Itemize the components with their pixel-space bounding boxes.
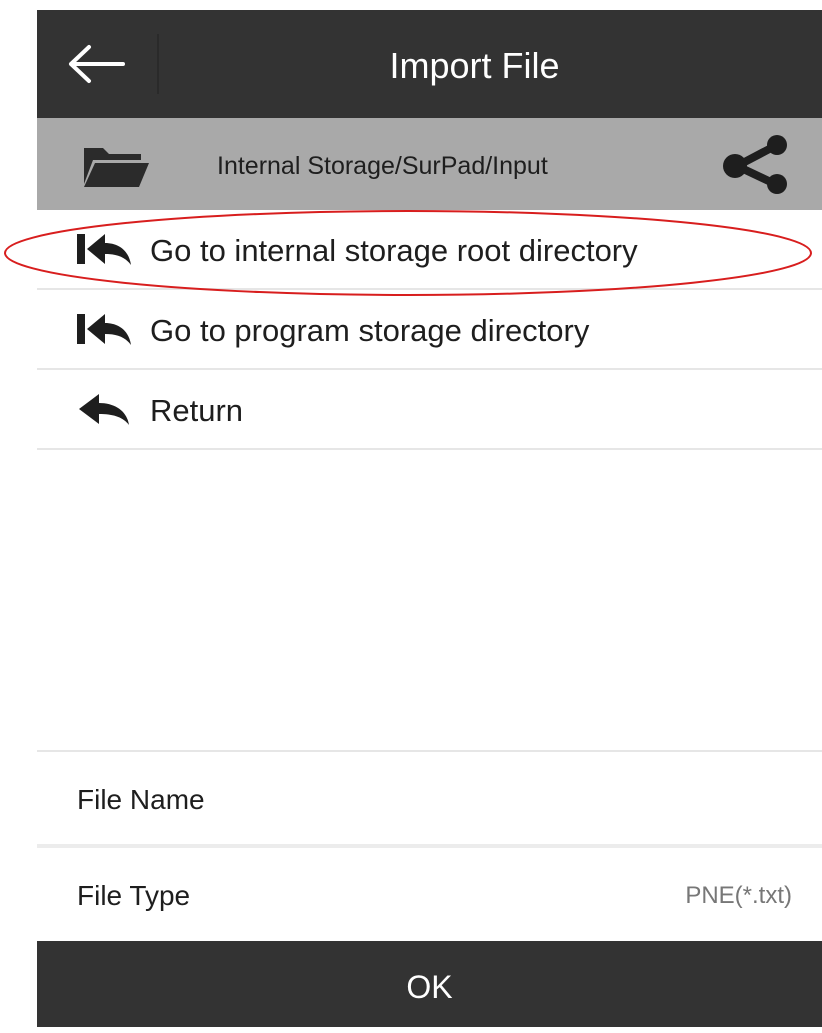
share-button[interactable] xyxy=(721,134,793,194)
directory-list: Go to internal storage root directory Go… xyxy=(37,210,822,450)
file-name-label: File Name xyxy=(77,784,205,815)
file-name-input[interactable] xyxy=(237,772,792,826)
list-item-label: Return xyxy=(150,393,244,428)
list-item-root-directory[interactable]: Go to internal storage root directory xyxy=(37,210,822,290)
list-item-label: Go to internal storage root directory xyxy=(150,233,638,268)
app-header: Import File xyxy=(37,10,822,118)
ok-button[interactable]: OK xyxy=(37,941,822,1027)
file-type-value[interactable]: PNE(*.txt) xyxy=(685,848,792,940)
path-bar: Internal Storage/SurPad/Input xyxy=(37,118,822,210)
arrow-left-icon xyxy=(69,45,125,83)
current-path: Internal Storage/SurPad/Input xyxy=(217,152,548,180)
reply-all-icon xyxy=(77,234,131,265)
list-item-return[interactable]: Return xyxy=(37,370,822,450)
file-type-row[interactable]: File Type PNE(*.txt) xyxy=(37,848,822,940)
file-type-label: File Type xyxy=(77,880,191,911)
back-button[interactable] xyxy=(37,10,157,118)
list-item-label: Go to program storage directory xyxy=(150,313,590,348)
import-file-screen: Import File Internal Storage/SurPad/Inpu… xyxy=(4,10,822,1027)
page-title: Import File xyxy=(389,45,560,86)
share-icon xyxy=(723,135,787,194)
list-item-program-directory[interactable]: Go to program storage directory xyxy=(37,290,822,370)
folder-open-icon xyxy=(84,148,149,187)
reply-all-icon xyxy=(77,314,131,345)
reply-icon xyxy=(79,394,129,425)
file-name-row: File Name xyxy=(37,752,822,848)
